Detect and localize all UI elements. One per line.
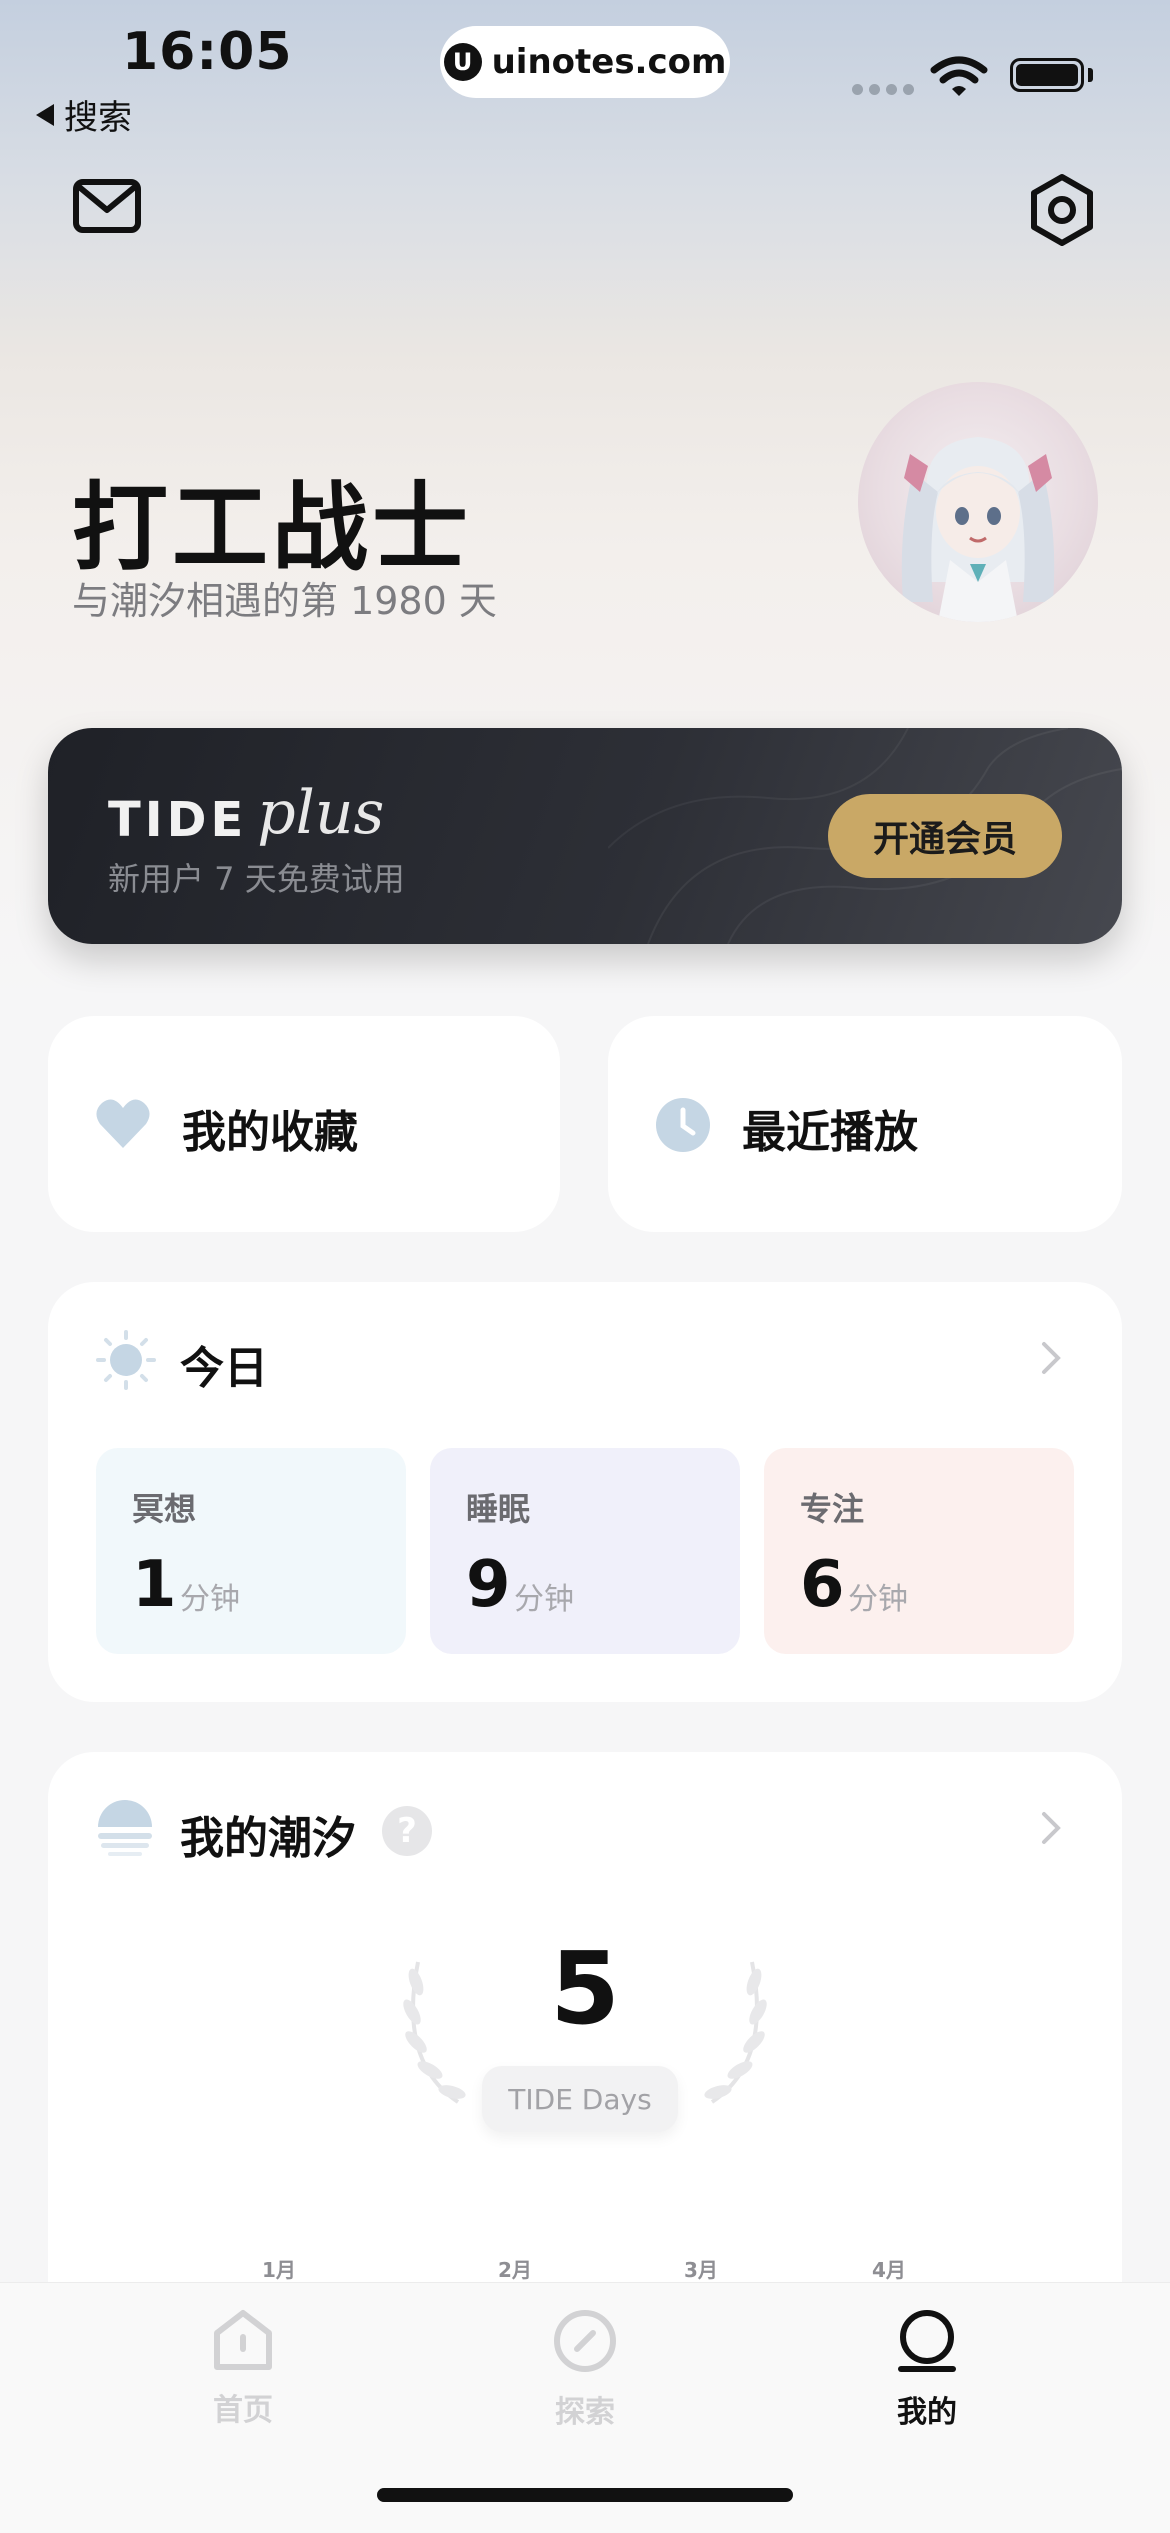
profile-icon xyxy=(898,2310,956,2372)
month-label: 1月 xyxy=(262,2258,296,2282)
stat-label: 睡眠 xyxy=(466,1490,531,1528)
month-label: 4月 xyxy=(872,2258,906,2282)
chevron-right-icon[interactable] xyxy=(1040,1340,1062,1376)
brand-tide: TIDE xyxy=(108,792,248,848)
tide-waves-icon xyxy=(98,1800,152,1856)
battery-cap xyxy=(1088,68,1093,82)
help-icon[interactable]: ? xyxy=(382,1806,432,1856)
mail-icon[interactable] xyxy=(72,178,142,234)
site-logo-icon: U xyxy=(443,43,482,81)
back-arrow-icon xyxy=(36,103,54,126)
trial-subtitle: 新用户 7 天免费试用 xyxy=(108,860,405,898)
tide-plus-logo: TIDE plus xyxy=(108,778,384,848)
tab-label: 探索 xyxy=(555,2395,615,2430)
sun-icon xyxy=(96,1330,156,1390)
home-indicator[interactable] xyxy=(377,2488,793,2502)
tide-days-count: 5 xyxy=(550,1930,620,2047)
plus-membership-card[interactable]: TIDE plus 新用户 7 天免费试用 开通会员 xyxy=(48,728,1122,944)
compass-icon xyxy=(554,2310,616,2372)
month-label: 3月 xyxy=(684,2258,718,2282)
my-tide-title: 我的潮汐 xyxy=(180,1813,356,1864)
brand-plus: plus xyxy=(257,778,385,848)
meditation-stat[interactable]: 冥想 1 分钟 xyxy=(96,1448,406,1654)
recent-label: 最近播放 xyxy=(742,1107,918,1158)
stat-label: 冥想 xyxy=(132,1490,197,1528)
tab-explore[interactable]: 探索 xyxy=(485,2309,685,2431)
tab-label: 首页 xyxy=(213,2393,273,2428)
settings-gear-icon[interactable] xyxy=(1024,172,1100,248)
tab-label: 我的 xyxy=(897,2395,957,2430)
tab-home[interactable]: 首页 xyxy=(143,2309,343,2429)
stat-value: 6 xyxy=(800,1548,845,1622)
heart-icon xyxy=(96,1099,150,1148)
stat-value: 9 xyxy=(466,1548,511,1622)
cellular-signal-icon xyxy=(852,84,914,95)
open-membership-button[interactable]: 开通会员 xyxy=(828,794,1062,878)
stat-label: 专注 xyxy=(800,1490,865,1528)
today-card[interactable]: 今日 冥想 1 分钟 睡眠 9 分钟 专注 6 分钟 xyxy=(48,1282,1122,1702)
focus-stat[interactable]: 专注 6 分钟 xyxy=(764,1448,1074,1654)
stat-unit: 分钟 xyxy=(180,1582,240,1617)
sleep-stat[interactable]: 睡眠 9 分钟 xyxy=(430,1448,740,1654)
tab-mine[interactable]: 我的 xyxy=(827,2309,1027,2431)
battery-icon xyxy=(1010,58,1084,92)
chevron-right-icon[interactable] xyxy=(1040,1810,1062,1846)
url-pill[interactable]: U uinotes.com xyxy=(440,26,730,98)
back-label: 搜索 xyxy=(64,98,132,138)
home-icon xyxy=(214,2310,272,2370)
avatar[interactable] xyxy=(858,382,1098,622)
favorites-label: 我的收藏 xyxy=(182,1107,358,1158)
today-title: 今日 xyxy=(180,1343,268,1394)
status-time: 16:05 xyxy=(122,22,293,82)
stat-unit: 分钟 xyxy=(514,1582,574,1617)
favorites-card[interactable]: 我的收藏 xyxy=(48,1016,560,1232)
stat-value: 1 xyxy=(132,1548,177,1622)
back-to-search-button[interactable]: 搜索 xyxy=(36,90,132,139)
user-name: 打工战士 xyxy=(72,472,472,584)
month-label: 2月 xyxy=(498,2258,532,2282)
tide-days-label: TIDE Days xyxy=(482,2066,678,2132)
days-together-text: 与潮汐相遇的第 1980 天 xyxy=(72,579,497,623)
clock-icon xyxy=(656,1098,710,1152)
avatar-illustration xyxy=(901,437,1055,622)
recently-played-card[interactable]: 最近播放 xyxy=(608,1016,1122,1232)
wifi-icon xyxy=(930,56,988,96)
url-text: uinotes.com xyxy=(491,42,727,82)
stat-unit: 分钟 xyxy=(848,1582,908,1617)
